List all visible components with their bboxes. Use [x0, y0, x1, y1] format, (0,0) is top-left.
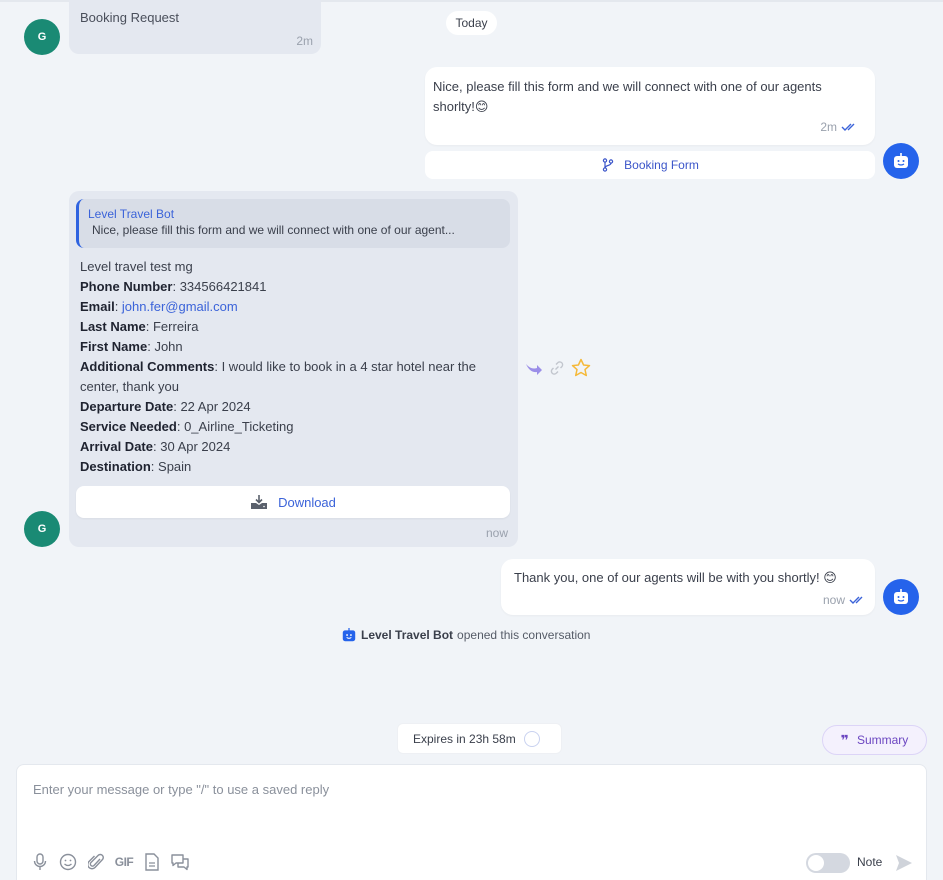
- field-value: Spain: [158, 459, 192, 474]
- right-edge: [927, 764, 943, 880]
- bot-icon: [342, 628, 356, 642]
- field-label: Email: [80, 299, 115, 314]
- field-label: Phone Number: [80, 279, 173, 294]
- message-composer: GIF: [16, 764, 927, 880]
- form-field-comments: Additional Comments: I would like to boo…: [80, 359, 476, 394]
- outgoing-message: Nice, please fill this form and we will …: [425, 67, 875, 145]
- contact-avatar: G: [24, 19, 60, 55]
- branch-icon: [602, 158, 614, 172]
- field-value: Ferreira: [152, 319, 199, 334]
- message-body: Nice, please fill this form and we will …: [433, 79, 822, 114]
- contact-avatar: G: [24, 511, 60, 547]
- field-label: Destination: [80, 459, 151, 474]
- message-input[interactable]: [33, 777, 903, 801]
- message-time: now: [822, 593, 845, 607]
- form-field-first-name: First Name: John: [80, 339, 183, 354]
- canned-responses-icon[interactable]: [171, 853, 189, 871]
- field-value: 0_Airline_Ticketing: [184, 419, 294, 434]
- email-link[interactable]: john.fer@gmail.com: [122, 299, 238, 314]
- download-button[interactable]: Download: [76, 486, 510, 518]
- expiry-indicator: Expires in 23h 58m: [397, 723, 562, 754]
- form-field-phone: Phone Number: 334566421841: [80, 279, 267, 294]
- bot-avatar: [883, 579, 919, 615]
- message-time: 2m: [820, 120, 837, 134]
- form-field-departure: Departure Date: 22 Apr 2024: [80, 399, 251, 414]
- form-field-service: Service Needed: 0_Airline_Ticketing: [80, 419, 294, 434]
- bot-avatar: [883, 143, 919, 179]
- field-label: Arrival Date: [80, 439, 153, 454]
- attachment-icon[interactable]: [87, 853, 105, 871]
- double-check-icon: [841, 123, 855, 131]
- form-title: Level travel test mg: [80, 259, 193, 274]
- quote-icon: ❞: [840, 731, 849, 748]
- message-text: Thank you, one of our agents will be wit…: [514, 569, 837, 587]
- toggle-knob: [808, 855, 824, 871]
- quote-author: Level Travel Bot: [88, 207, 175, 221]
- smile-emoji-icon: 😊: [474, 99, 489, 114]
- form-field-destination: Destination: Spain: [80, 459, 192, 474]
- field-value: John: [154, 339, 183, 354]
- star-icon[interactable]: [571, 358, 591, 378]
- form-field-last-name: Last Name: Ferreira: [80, 319, 199, 334]
- field-value: 334566421841: [179, 279, 267, 294]
- avatar-initial: G: [37, 523, 47, 535]
- message-meta: 2m: [820, 120, 859, 134]
- download-label: Download: [278, 494, 336, 510]
- field-label: Additional Comments: [80, 359, 215, 374]
- message-text: Booking Request: [80, 10, 180, 25]
- message-actions: [525, 358, 591, 378]
- message-time: now: [486, 526, 509, 540]
- message-body: Thank you, one of our agents will be wit…: [514, 570, 820, 585]
- note-toggle[interactable]: [806, 853, 850, 873]
- note-label: Note: [857, 855, 883, 869]
- field-label: First Name: [80, 339, 148, 354]
- timer-ring-icon: [523, 730, 540, 747]
- emoji-icon[interactable]: [59, 853, 77, 871]
- quote-text: Nice, please fill this form and we will …: [92, 223, 455, 237]
- activity-actor: Level Travel Bot: [361, 628, 454, 642]
- send-icon: [896, 855, 912, 871]
- message-text: Nice, please fill this form and we will …: [433, 77, 863, 117]
- field-value: 22 Apr 2024: [180, 399, 251, 414]
- summary-label: Summary: [856, 733, 909, 747]
- link-icon[interactable]: [549, 360, 565, 376]
- field-label: Last Name: [80, 319, 146, 334]
- summary-button[interactable]: ❞ Summary: [822, 725, 927, 755]
- download-icon: [251, 495, 268, 509]
- smile-emoji-icon: 😊: [823, 570, 837, 585]
- double-check-icon: [849, 596, 863, 604]
- composer-toolbar: GIF: [31, 853, 189, 871]
- date-divider: Today: [446, 11, 497, 35]
- bot-icon: [894, 589, 908, 604]
- field-label: Departure Date: [80, 399, 174, 414]
- field-value: 30 Apr 2024: [160, 439, 231, 454]
- quoted-reply[interactable]: Level Travel Bot Nice, please fill this …: [76, 199, 510, 248]
- incoming-message: Booking Request 2m: [69, 0, 321, 54]
- activity-message: Level Travel Bot opened this conversatio…: [342, 626, 590, 644]
- form-field-arrival: Arrival Date: 30 Apr 2024: [80, 439, 231, 454]
- send-button[interactable]: [895, 854, 913, 875]
- booking-form-label: Booking Form: [624, 158, 699, 172]
- message-meta: now: [823, 593, 867, 607]
- booking-form-button[interactable]: Booking Form: [425, 151, 875, 179]
- form-field-email: Email: john.fer@gmail.com: [80, 299, 238, 314]
- form-content: Level travel test mg Phone Number: 33456…: [80, 257, 510, 477]
- avatar-initial: G: [37, 31, 47, 43]
- microphone-icon[interactable]: [31, 853, 49, 871]
- message-time: 2m: [296, 34, 313, 48]
- document-icon[interactable]: [143, 853, 161, 871]
- activity-action: opened this conversation: [457, 628, 591, 642]
- reply-forward-icon[interactable]: [525, 360, 543, 376]
- field-label: Service Needed: [80, 419, 177, 434]
- bot-icon: [894, 153, 908, 168]
- outgoing-message: Thank you, one of our agents will be wit…: [501, 559, 875, 615]
- expiry-text: Expires in 23h 58m: [413, 731, 516, 746]
- gif-button[interactable]: GIF: [115, 853, 134, 871]
